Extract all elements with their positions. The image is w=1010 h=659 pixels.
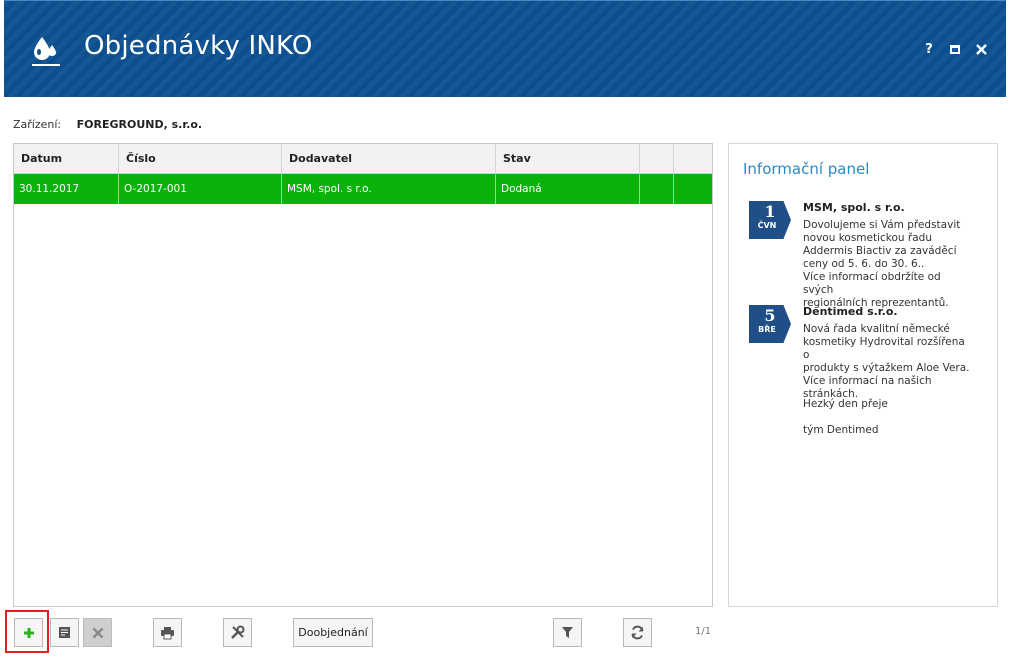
print-icon [161,626,174,639]
message-text: Nová řada kvalitní německé kosmetiky Hyd… [803,323,970,400]
message-sender: MSM, spol. s r.o. [803,201,905,214]
date-badge: 5 BŘE [749,305,791,343]
column-header-extra-1[interactable] [640,144,674,173]
info-panel-title: Informační panel [743,160,870,178]
greeting: Hezký den přeje [803,398,888,410]
cell-cislo: O-2017-001 [119,174,282,204]
print-button[interactable] [153,618,182,647]
filter-button[interactable] [553,618,582,647]
cell-stav: Dodaná [496,174,640,204]
edit-button[interactable] [50,618,79,647]
cell-dodavatel: MSM, spol. s r.o. [282,174,496,204]
column-header-datum[interactable]: Datum [14,144,119,173]
cell-extra-1 [640,174,674,204]
info-panel: Informační panel 1 ČVN MSM, spol. s r.o.… [728,143,998,607]
window-controls: ? [922,41,988,57]
signature: tým Dentimed [803,424,879,436]
table-header: Datum Číslo Dodavatel Stav [14,144,712,174]
cell-extra-2 [674,174,712,204]
maximize-icon[interactable] [948,41,962,57]
message-text: Dovolujeme si Vám představit novou kosme… [803,219,961,309]
close-icon[interactable] [974,41,988,57]
reorder-label: Doobjednání [298,626,368,639]
column-header-stav[interactable]: Stav [496,144,640,173]
title-bar: Objednávky INKO ? [4,0,1006,97]
device-label: Zařízení: [13,118,62,131]
badge-day: 1 [764,202,776,221]
reorder-button[interactable]: Doobjednání [293,618,373,647]
badge-day: 5 [764,306,776,325]
device-value: FOREGROUND, s.r.o. [76,118,203,131]
column-header-cislo[interactable]: Číslo [119,144,282,173]
refresh-icon [631,625,644,640]
help-icon[interactable]: ? [922,41,936,57]
refresh-button[interactable] [623,618,652,647]
filter-icon [562,627,573,638]
table-row[interactable]: 30.11.2017 O-2017-001 MSM, spol. s r.o. … [14,174,712,204]
orders-table: Datum Číslo Dodavatel Stav 30.11.2017 O-… [13,143,713,607]
drop-logo-icon [32,37,60,66]
date-badge: 1 ČVN [749,201,791,239]
settings-icon [231,625,245,639]
pager: 1/1 [695,626,712,637]
column-header-dodavatel[interactable]: Dodavatel [282,144,496,173]
message-sender: Dentimed s.r.o. [803,305,898,318]
app-title: Objednávky INKO [84,31,313,61]
column-header-extra-2[interactable] [674,144,712,173]
add-button[interactable] [14,618,43,647]
delete-button[interactable] [83,618,112,647]
badge-weekday: BŘE [758,325,776,334]
edit-icon [59,627,70,638]
delete-icon [92,627,103,638]
app-window: Objednávky INKO ? Zařízení: FOREGROUND, … [0,0,1010,659]
cell-datum: 30.11.2017 [14,174,119,204]
add-icon [23,627,34,638]
badge-weekday: ČVN [757,221,777,230]
settings-button[interactable] [223,618,252,647]
device-info: Zařízení: FOREGROUND, s.r.o. [13,118,202,131]
